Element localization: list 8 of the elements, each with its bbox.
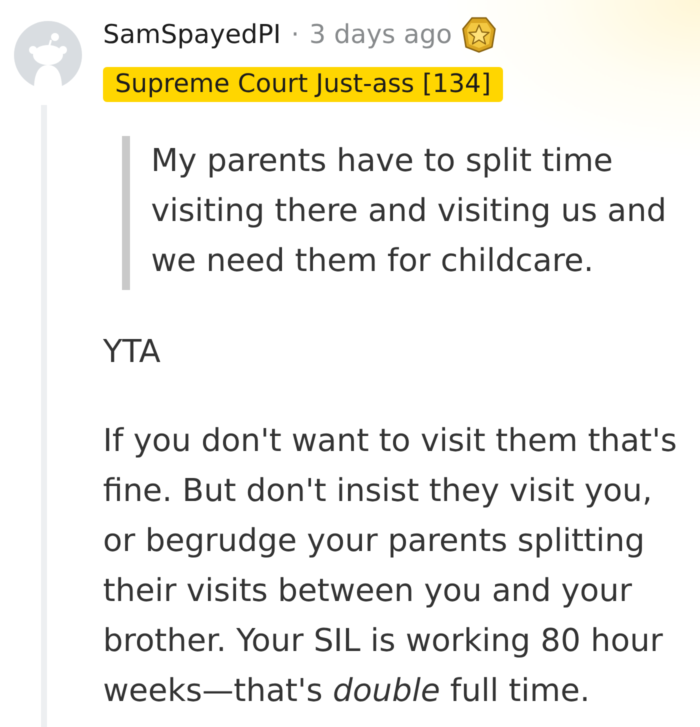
quoted-text: My parents have to split time visiting there and visiting us and we need them for childcare. [122,136,694,290]
user-flair: Supreme Court Just-ass [134] [103,67,503,102]
username[interactable]: SamSpayedPI [103,18,281,52]
comment-text: YTA [103,333,162,372]
star-badge-icon [462,17,496,53]
separator-dot: · [290,19,300,52]
avatar-icon[interactable] [14,21,82,89]
comment-text: If you don't want to visit them that's fine. But don't insist they visit you, or begrudge your parents splitting their visits between you and your brother. Your SIL is working 80 hour weeks—that's double full time. [103,422,678,711]
